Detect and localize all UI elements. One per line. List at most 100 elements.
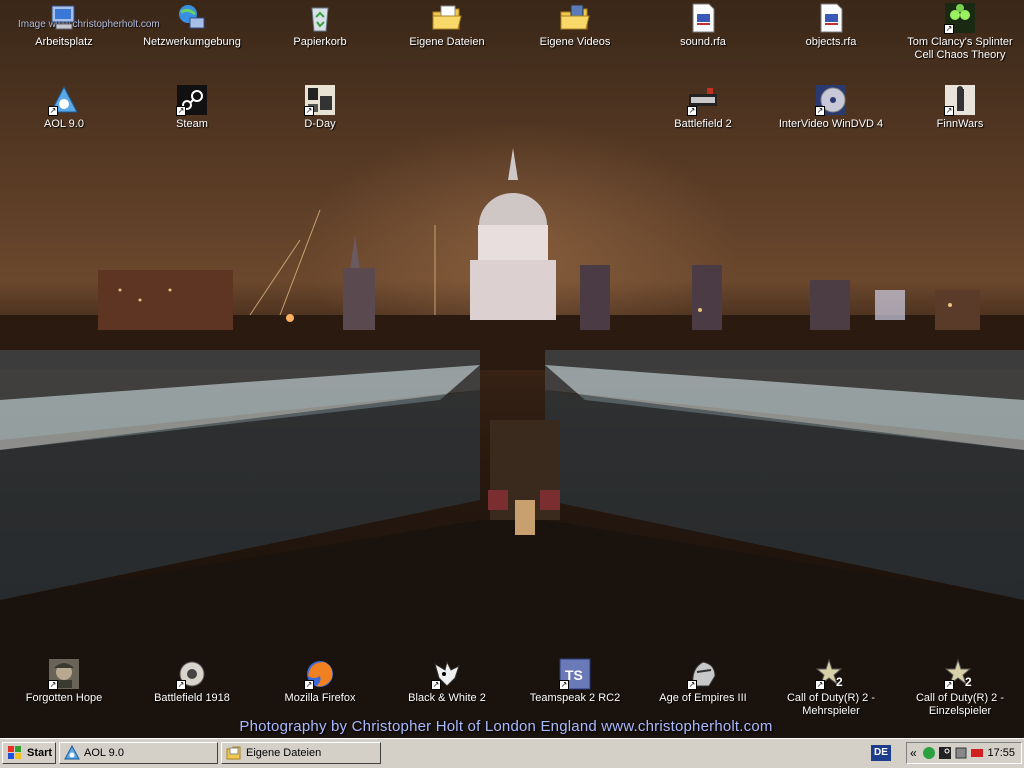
call-of-duty-icon: 2 ↗ bbox=[815, 658, 847, 690]
system-tray: « 17:55 bbox=[906, 742, 1022, 764]
desktop-icon-call-of-duty-sp[interactable]: 2 ↗ Call of Duty(R) 2 - Einzelspieler bbox=[905, 658, 1015, 718]
shortcut-arrow-icon: ↗ bbox=[815, 106, 825, 116]
desktop-icon-label: InterVideo WinDVD 4 bbox=[778, 118, 884, 130]
file-icon bbox=[687, 2, 719, 34]
desktop-icon-label: Steam bbox=[176, 118, 208, 130]
start-label: Start bbox=[27, 747, 53, 759]
language-indicator[interactable]: DE bbox=[871, 745, 891, 761]
age-of-empires-icon: ↗ bbox=[687, 658, 719, 690]
task-label: AOL 9.0 bbox=[84, 747, 124, 759]
shortcut-arrow-icon: ↗ bbox=[304, 680, 314, 690]
network-places-icon bbox=[176, 2, 208, 34]
shortcut-arrow-icon: ↗ bbox=[48, 106, 58, 116]
shortcut-arrow-icon: ↗ bbox=[944, 106, 954, 116]
desktop-icon-label: Battlefield 1918 bbox=[154, 692, 230, 704]
tray-expand-chevron-icon[interactable]: « bbox=[910, 746, 922, 760]
desktop-icon-label: Teamspeak 2 RC2 bbox=[529, 692, 621, 704]
shortcut-arrow-icon: ↗ bbox=[559, 680, 569, 690]
splinter-cell-icon: ↗ bbox=[944, 2, 976, 34]
desktop-icon-label: Tom Clancy's Splinter Cell Chaos Theory bbox=[907, 36, 1013, 61]
firefox-icon: ↗ bbox=[304, 658, 336, 690]
wallpaper-credit: Photography by Christopher Holt of Londo… bbox=[0, 718, 1024, 735]
desktop-icon-age-of-empires[interactable]: ↗ Age of Empires III bbox=[648, 658, 758, 705]
my-videos-icon bbox=[559, 2, 591, 34]
clock[interactable]: 17:55 bbox=[987, 747, 1015, 759]
start-button[interactable]: Start bbox=[2, 742, 56, 764]
desktop-icon-label: Call of Duty(R) 2 - Mehrspieler bbox=[786, 692, 876, 717]
battlefield1918-icon: ↗ bbox=[176, 658, 208, 690]
desktop-icon-label: D-Day bbox=[304, 118, 336, 130]
shortcut-arrow-icon: ↗ bbox=[815, 680, 825, 690]
file-icon bbox=[815, 2, 847, 34]
shortcut-arrow-icon: ↗ bbox=[176, 106, 186, 116]
steam-icon: ↗ bbox=[176, 84, 208, 116]
shortcut-arrow-icon: ↗ bbox=[687, 106, 697, 116]
ati-tray-icon[interactable] bbox=[970, 746, 984, 760]
folder-icon bbox=[226, 745, 242, 761]
svg-text:2: 2 bbox=[836, 675, 843, 689]
desktop-icon-label: sound.rfa bbox=[680, 36, 726, 48]
recycle-bin-icon bbox=[304, 2, 336, 34]
forgotten-hope-icon: ↗ bbox=[48, 658, 80, 690]
steam-tray-icon[interactable] bbox=[938, 746, 952, 760]
desktop-icon-dday[interactable]: ↗ D-Day bbox=[265, 84, 375, 131]
desktop-icon-eigene-dateien[interactable]: Eigene Dateien bbox=[392, 2, 502, 49]
battlefield2-icon: ↗ bbox=[687, 84, 719, 116]
desktop-icon-eigene-videos[interactable]: Eigene Videos bbox=[520, 2, 630, 49]
desktop-icon-label: Netzwerkumgebung bbox=[143, 36, 241, 48]
desktop-icon-label: AOL 9.0 bbox=[44, 118, 84, 130]
desktop-icon-label: Eigene Videos bbox=[539, 36, 611, 48]
desktop-icon-splinter-cell[interactable]: ↗ Tom Clancy's Splinter Cell Chaos Theor… bbox=[905, 2, 1015, 62]
shortcut-arrow-icon: ↗ bbox=[304, 106, 314, 116]
desktop-icon-sound-rfa[interactable]: sound.rfa bbox=[648, 2, 758, 49]
settings-tray-icon[interactable] bbox=[954, 746, 968, 760]
desktop-icon-netzwerkumgebung[interactable]: Netzwerkumgebung bbox=[137, 2, 247, 49]
dday-icon: ↗ bbox=[304, 84, 336, 116]
desktop-icon-label: Mozilla Firefox bbox=[284, 692, 356, 704]
windvd-icon: ↗ bbox=[815, 84, 847, 116]
task-button-eigene-dateien[interactable]: Eigene Dateien bbox=[221, 742, 381, 764]
desktop-icon-firefox[interactable]: ↗ Mozilla Firefox bbox=[265, 658, 375, 705]
desktop-icon-label: objects.rfa bbox=[805, 36, 857, 48]
desktop-icon-call-of-duty-mp[interactable]: 2 ↗ Call of Duty(R) 2 - Mehrspieler bbox=[776, 658, 886, 718]
desktop-icon-objects-rfa[interactable]: objects.rfa bbox=[776, 2, 886, 49]
my-computer-icon bbox=[48, 2, 80, 34]
desktop-icon-teamspeak[interactable]: TS ↗ Teamspeak 2 RC2 bbox=[520, 658, 630, 705]
network-tray-icon[interactable] bbox=[922, 746, 936, 760]
desktop-icon-label: Age of Empires III bbox=[659, 692, 747, 704]
desktop-icon-windvd[interactable]: ↗ InterVideo WinDVD 4 bbox=[776, 84, 886, 131]
shortcut-arrow-icon: ↗ bbox=[48, 680, 58, 690]
desktop-icon-battlefield1918[interactable]: ↗ Battlefield 1918 bbox=[137, 658, 247, 705]
desktop-icon-label: FinnWars bbox=[936, 118, 984, 130]
task-label: Eigene Dateien bbox=[246, 747, 322, 759]
desktop-icon-aol[interactable]: ↗ AOL 9.0 bbox=[9, 84, 119, 131]
desktop-icon-finnwars[interactable]: ↗ FinnWars bbox=[905, 84, 1015, 131]
shortcut-arrow-icon: ↗ bbox=[944, 680, 954, 690]
teamspeak-icon: TS ↗ bbox=[559, 658, 591, 690]
desktop-icon-battlefield2[interactable]: ↗ Battlefield 2 bbox=[648, 84, 758, 131]
taskbar: Start AOL 9.0 Eigene Dateien DE « 17:55 bbox=[0, 738, 1024, 768]
aol-icon: ↗ bbox=[48, 84, 80, 116]
shortcut-arrow-icon: ↗ bbox=[687, 680, 697, 690]
desktop-icon-label: Battlefield 2 bbox=[674, 118, 732, 130]
svg-text:2: 2 bbox=[965, 675, 972, 689]
shortcut-arrow-icon: ↗ bbox=[176, 680, 186, 690]
desktop-icon-steam[interactable]: ↗ Steam bbox=[137, 84, 247, 131]
task-button-aol[interactable]: AOL 9.0 bbox=[59, 742, 218, 764]
desktop-icon-black-white-2[interactable]: ↗ Black & White 2 bbox=[392, 658, 502, 705]
call-of-duty-icon: 2 ↗ bbox=[944, 658, 976, 690]
desktop: Image www.christopherholt.com Arbeitspla… bbox=[0, 0, 1024, 738]
desktop-icon-forgotten-hope[interactable]: ↗ Forgotten Hope bbox=[9, 658, 119, 705]
desktop-icon-label: Black & White 2 bbox=[408, 692, 486, 704]
black-white-2-icon: ↗ bbox=[431, 658, 463, 690]
desktop-icon-label: Forgotten Hope bbox=[25, 692, 103, 704]
desktop-icon-label: Eigene Dateien bbox=[409, 36, 485, 48]
my-documents-icon bbox=[431, 2, 463, 34]
desktop-icon-label: Papierkorb bbox=[293, 36, 347, 48]
wallpaper-credit-text: Photography by Christopher Holt of Londo… bbox=[239, 718, 773, 735]
finnwars-icon: ↗ bbox=[944, 84, 976, 116]
desktop-icon-label: Arbeitsplatz bbox=[35, 36, 93, 48]
desktop-icon-papierkorb[interactable]: Papierkorb bbox=[265, 2, 375, 49]
desktop-icon-label: Call of Duty(R) 2 - Einzelspieler bbox=[915, 692, 1005, 717]
desktop-icon-arbeitsplatz[interactable]: Arbeitsplatz bbox=[9, 2, 119, 49]
